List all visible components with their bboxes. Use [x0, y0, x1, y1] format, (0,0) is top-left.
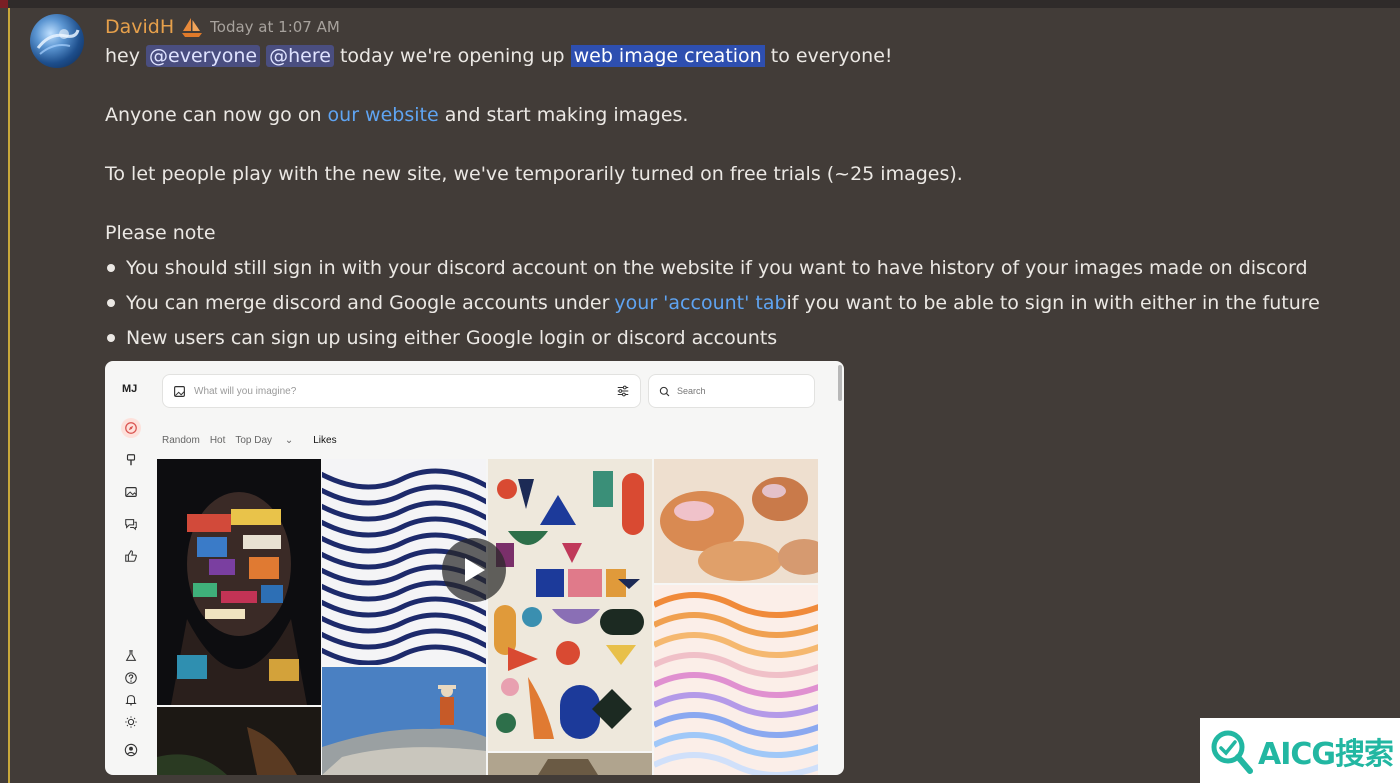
- gallery-image-rainbow-waves[interactable]: [654, 585, 818, 775]
- tab-likes[interactable]: Likes: [313, 435, 336, 446]
- mention-here[interactable]: @here: [266, 45, 334, 67]
- search-placeholder: Search: [677, 386, 706, 396]
- chevron-down-icon: ⌄: [284, 435, 294, 446]
- notification-bell-icon[interactable]: [123, 692, 139, 708]
- gallery-image-house[interactable]: [488, 753, 652, 775]
- author-name[interactable]: DavidH: [105, 16, 174, 38]
- top-bar-accent: [0, 0, 8, 8]
- gallery-image-man-on-rock[interactable]: [322, 667, 486, 775]
- organize-image-icon[interactable]: [123, 484, 139, 500]
- our-website-link[interactable]: our website: [328, 104, 439, 126]
- bullet-text-3: New users can sign up using either Googl…: [126, 327, 778, 349]
- gallery-image-painted-face[interactable]: [157, 459, 321, 705]
- tab-random[interactable]: Random: [162, 435, 200, 446]
- watermark-logo: AICG搜索: [1200, 718, 1400, 783]
- embed-scrollbar[interactable]: [838, 365, 842, 401]
- sailboat-icon: [180, 16, 204, 38]
- line1-suffix: to everyone!: [764, 45, 893, 67]
- image-icon: [174, 385, 185, 397]
- watermark-text: AICG搜索: [1258, 736, 1394, 772]
- feed-tabs: Random Hot Top Day ⌄ Likes: [162, 435, 347, 446]
- imagine-prompt-input[interactable]: What will you imagine?: [162, 374, 641, 408]
- message-header: DavidH Today at 1:07 AM: [105, 13, 340, 41]
- theme-sun-icon[interactable]: [123, 714, 139, 730]
- message-line-1: hey @everyone @here today we're opening …: [105, 42, 893, 70]
- top-bar: [0, 0, 1400, 8]
- bullet-dot: [107, 299, 115, 307]
- message-line-2: Anyone can now go on our website and sta…: [105, 101, 688, 129]
- avatar[interactable]: [30, 14, 84, 68]
- highlight-rail: [8, 8, 10, 783]
- gallery-image-geometric-shapes[interactable]: [488, 459, 652, 751]
- tab-hot[interactable]: Hot: [210, 435, 226, 446]
- imagine-placeholder: What will you imagine?: [194, 385, 297, 397]
- thumbs-up-icon[interactable]: [123, 548, 139, 564]
- bullet-text-2-prefix: You can merge discord and Google account…: [126, 292, 610, 314]
- bullet-text-1: You should still sign in with your disco…: [126, 257, 1308, 279]
- search-icon: [659, 386, 670, 396]
- chat-bubble-icon[interactable]: [123, 516, 139, 532]
- line1-middle: today we're opening up: [333, 45, 571, 67]
- note-heading: Please note: [105, 222, 216, 244]
- bullet-text-2-suffix: if you want to be able to sign in with e…: [786, 292, 1320, 314]
- explore-compass-icon[interactable]: [121, 418, 141, 438]
- gallery-image-iridescent-stones[interactable]: [654, 459, 818, 583]
- message-timestamp[interactable]: Today at 1:07 AM: [210, 18, 340, 36]
- play-button[interactable]: [442, 538, 506, 602]
- settings-sliders-icon[interactable]: [616, 384, 630, 398]
- bullet-item-1: You should still sign in with your disco…: [105, 254, 1308, 282]
- tab-top-day[interactable]: Top Day ⌄: [235, 435, 303, 446]
- bullet-dot: [107, 334, 115, 342]
- line1-prefix: hey: [105, 45, 147, 67]
- message-line-3: To let people play with the new site, we…: [105, 163, 963, 185]
- tab-top-day-label: Top Day: [235, 435, 273, 446]
- gallery-image-dark[interactable]: [157, 707, 321, 775]
- create-brush-icon[interactable]: [123, 452, 139, 468]
- embedded-video-preview[interactable]: MJ What will you imagine? Search Random …: [105, 361, 844, 775]
- embed-search-input[interactable]: Search: [648, 374, 815, 408]
- line2-prefix: Anyone can now go on: [105, 104, 328, 126]
- play-icon: [465, 558, 485, 582]
- highlighted-text: web image creation: [570, 45, 765, 67]
- line2-suffix: and start making images.: [438, 104, 689, 126]
- lab-flask-icon[interactable]: [123, 648, 139, 664]
- help-question-icon[interactable]: [123, 670, 139, 686]
- account-tab-link[interactable]: your 'account' tab: [614, 289, 786, 317]
- mention-everyone[interactable]: @everyone: [146, 45, 261, 67]
- bullet-dot: [107, 264, 115, 272]
- mj-logo[interactable]: MJ: [122, 383, 137, 395]
- profile-avatar-icon[interactable]: [123, 742, 139, 758]
- bullet-item-3: New users can sign up using either Googl…: [105, 324, 777, 352]
- bullet-item-2: You can merge discord and Google account…: [105, 289, 1320, 317]
- magnifier-logo-icon: [1211, 730, 1253, 774]
